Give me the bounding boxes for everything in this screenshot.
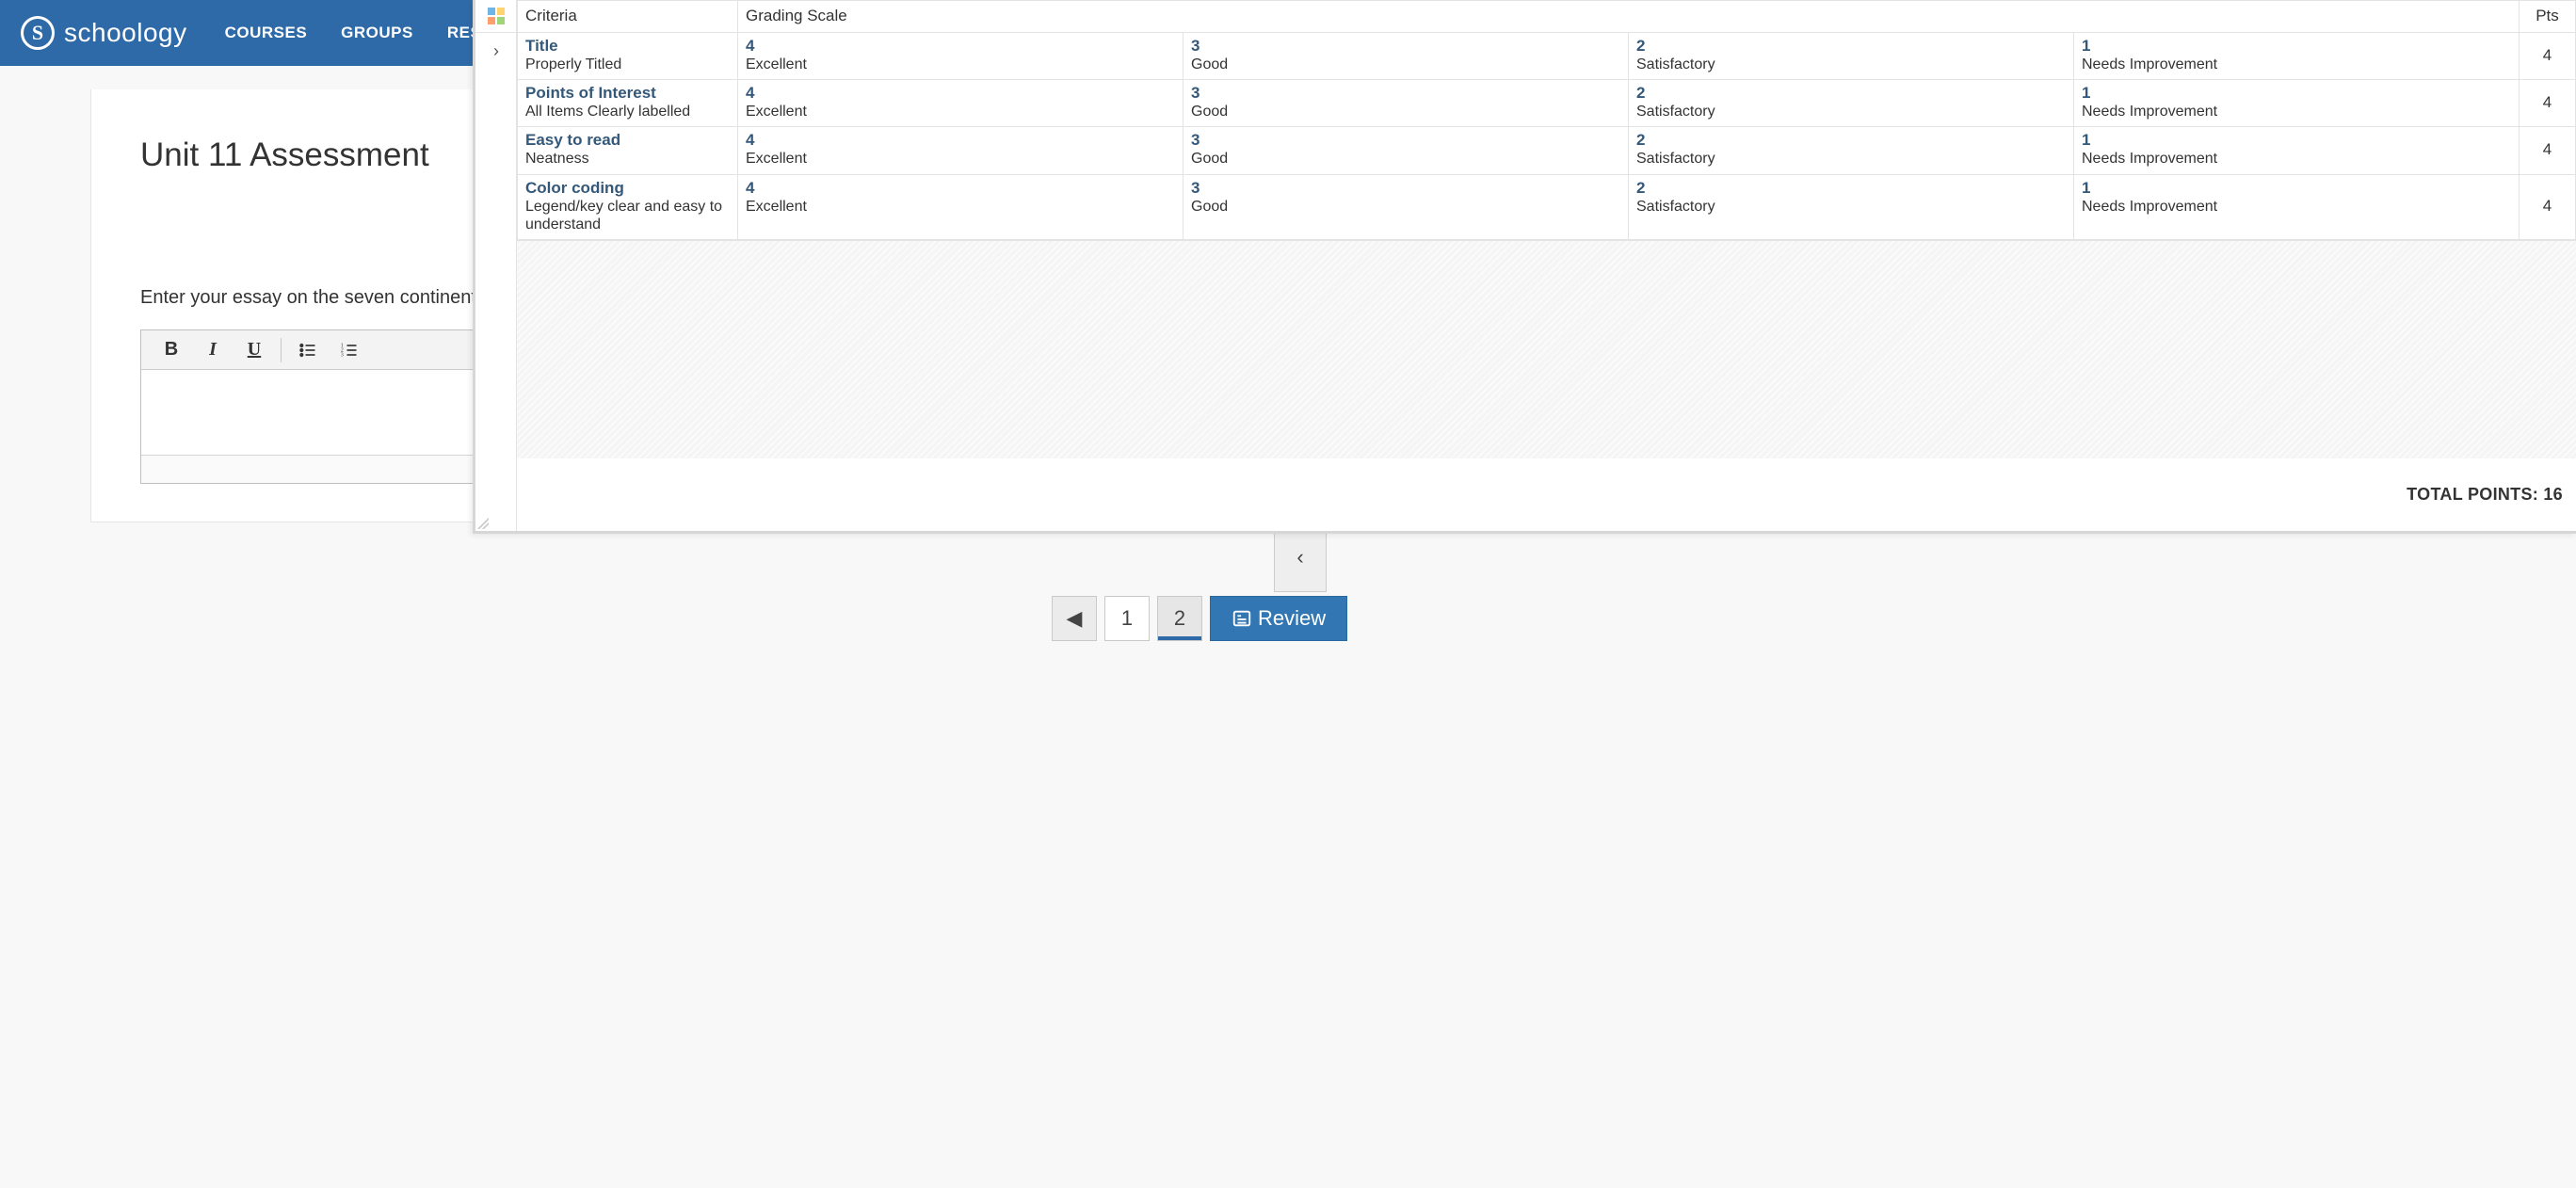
toolbar-separator <box>281 338 282 362</box>
resize-grip-icon[interactable] <box>477 518 489 529</box>
review-button[interactable]: Review <box>1210 596 1347 641</box>
pagination-row: ◀ 1 2 Review <box>1052 596 1347 641</box>
rubric-scale-cell[interactable]: 1Needs Improvement <box>2074 33 2520 80</box>
rubric-row-points: 4 <box>2520 127 2576 174</box>
page-2-button[interactable]: 2 <box>1157 596 1202 641</box>
rubric-scale-cell[interactable]: 2Satisfactory <box>1629 33 2074 80</box>
rubric-header-scale: Grading Scale <box>738 1 2520 33</box>
rubric-grid-icon <box>475 0 517 32</box>
italic-button[interactable]: I <box>192 333 233 367</box>
brand[interactable]: S schoology <box>21 16 187 50</box>
rubric-header-row: Criteria Grading Scale Pts <box>518 1 2576 33</box>
rubric-criterion-name: Title <box>525 37 730 56</box>
rubric-scale-cell[interactable]: 3Good <box>1183 80 1629 127</box>
rubric-row: Color coding Legend/key clear and easy t… <box>518 174 2576 239</box>
bulleted-list-button[interactable] <box>287 333 329 367</box>
rubric-sidebar: › <box>475 0 517 531</box>
rubric-header-criteria: Criteria <box>518 1 738 33</box>
rubric-table: Criteria Grading Scale Pts Title Properl… <box>517 0 2576 240</box>
svg-text:3: 3 <box>341 352 344 358</box>
nav-groups[interactable]: GROUPS <box>341 24 413 42</box>
rubric-row: Easy to read Neatness 4Excellent 3Good 2… <box>518 127 2576 174</box>
rubric-scale-cell[interactable]: 2Satisfactory <box>1629 127 2074 174</box>
rubric-header-pts: Pts <box>2520 1 2576 33</box>
brand-text: schoology <box>64 18 187 48</box>
nav-courses[interactable]: COURSES <box>225 24 308 42</box>
rubric-row: Points of Interest All Items Clearly lab… <box>518 80 2576 127</box>
rubric-criterion-desc: Properly Titled <box>525 56 730 73</box>
chevron-right-icon: › <box>493 41 499 61</box>
rubric-row-points: 4 <box>2520 80 2576 127</box>
rubric-row-points: 4 <box>2520 33 2576 80</box>
rubric-scale-cell[interactable]: 3Good <box>1183 174 1629 239</box>
prev-page-button[interactable]: ◀ <box>1052 596 1097 641</box>
review-button-label: Review <box>1258 606 1326 631</box>
rubric-scale-cell[interactable]: 1Needs Improvement <box>2074 127 2520 174</box>
rubric-criterion-cell: Easy to read Neatness <box>518 127 738 174</box>
rubric-scale-cell[interactable]: 1Needs Improvement <box>2074 174 2520 239</box>
rubric-criterion-cell: Color coding Legend/key clear and easy t… <box>518 174 738 239</box>
triangle-left-icon: ◀ <box>1067 606 1083 631</box>
brand-logo-icon: S <box>21 16 55 50</box>
rubric-panel: › Criteria Grading Scale Pts <box>473 0 2576 534</box>
page-1-button[interactable]: 1 <box>1104 596 1150 641</box>
rubric-scale-cell[interactable]: 4Excellent <box>738 80 1183 127</box>
rubric-scale-cell[interactable]: 2Satisfactory <box>1629 174 2074 239</box>
rubric-scale-cell[interactable]: 3Good <box>1183 127 1629 174</box>
rubric-row: Title Properly Titled 4Excellent 3Good 2… <box>518 33 2576 80</box>
bold-button[interactable]: B <box>151 333 192 367</box>
rubric-scale-cell[interactable]: 4Excellent <box>738 174 1183 239</box>
rubric-scale-cell[interactable]: 1Needs Improvement <box>2074 80 2520 127</box>
rubric-total-points: TOTAL POINTS: 16 <box>517 458 2576 531</box>
underline-button[interactable]: U <box>233 333 275 367</box>
rubric-scale-cell[interactable]: 3Good <box>1183 33 1629 80</box>
rubric-criterion-cell: Points of Interest All Items Clearly lab… <box>518 80 738 127</box>
rubric-empty-area <box>517 240 2576 458</box>
rubric-scale-cell[interactable]: 4Excellent <box>738 127 1183 174</box>
rubric-row-points: 4 <box>2520 174 2576 239</box>
chevron-left-icon: ‹ <box>1296 545 1303 570</box>
rubric-scale-cell[interactable]: 4Excellent <box>738 33 1183 80</box>
brand-glyph: S <box>32 21 43 45</box>
numbered-list-button[interactable]: 123 <box>329 333 370 367</box>
rubric-scale-cell[interactable]: 2Satisfactory <box>1629 80 2074 127</box>
rubric-criterion-cell: Title Properly Titled <box>518 33 738 80</box>
rubric-collapse-button[interactable]: › <box>475 32 517 70</box>
